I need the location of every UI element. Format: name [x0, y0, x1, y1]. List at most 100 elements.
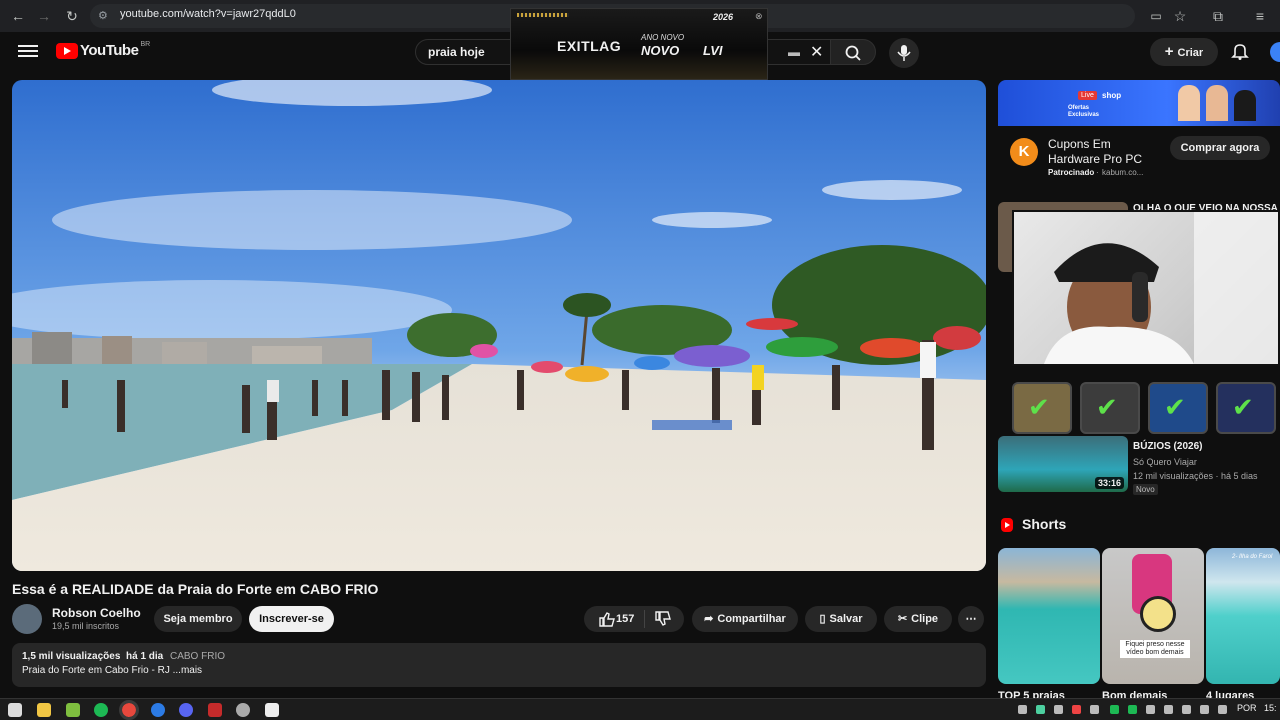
tray-icon-5[interactable] — [1090, 705, 1099, 714]
ad-domain: kabum.co... — [1102, 168, 1144, 177]
checkmark-icon: ✔ — [1028, 392, 1050, 422]
tray-icon-8[interactable] — [1146, 705, 1155, 714]
streamer-webcam-overlay — [1012, 210, 1280, 366]
thumb-down-icon — [655, 611, 671, 626]
site-info-icon[interactable]: ⚙ — [98, 9, 112, 23]
achievement-tile-4: ✔ — [1216, 382, 1276, 434]
start-windows-icon[interactable] — [8, 703, 22, 717]
ad-line2: NOVO — [641, 43, 680, 58]
recommended-channel-2[interactable]: Só Quero Viajar — [1133, 457, 1197, 467]
achievement-tile-1: ✔ — [1012, 382, 1072, 434]
back-icon[interactable]: ← — [8, 6, 28, 26]
input-language[interactable]: POR — [1237, 703, 1257, 713]
save-button[interactable]: ▯ Salvar — [805, 606, 877, 632]
save-label: Salvar — [829, 613, 863, 625]
ad-title-line2: Hardware Pro PC — [1048, 152, 1143, 166]
tray-icon-4[interactable] — [1072, 705, 1081, 714]
channel-name[interactable]: Robson Coelho — [52, 606, 141, 620]
streamer-figure — [1044, 212, 1278, 364]
bookmark-star-icon[interactable]: ☆ — [1170, 6, 1190, 26]
recommended-thumbnail-2[interactable]: 33:16 — [998, 436, 1128, 492]
achievement-tile-3: ✔ — [1148, 382, 1208, 434]
hamburger-menu-icon[interactable] — [18, 42, 38, 62]
create-button[interactable]: + Criar — [1150, 38, 1218, 66]
subscriber-count: 19,5 mil inscritos — [52, 621, 120, 631]
account-avatar[interactable] — [1270, 42, 1280, 62]
install-icon[interactable]: ▭ — [1146, 6, 1166, 26]
youtube-logo[interactable]: YouTube BR — [56, 41, 150, 59]
spotify-icon[interactable] — [94, 703, 108, 717]
clip-label: Clipe — [911, 613, 939, 625]
battery-icon[interactable] — [1200, 705, 1209, 714]
more-actions-button[interactable]: ⋯ — [958, 606, 984, 632]
tray-icon-2[interactable] — [1036, 705, 1045, 714]
video-player[interactable] — [12, 80, 986, 571]
windows-taskbar: POR 15: — [0, 698, 1280, 720]
app-icon-blue[interactable] — [151, 703, 165, 717]
tray-icon-7[interactable] — [1128, 705, 1137, 714]
clip-button[interactable]: ✂ Clipe — [884, 606, 952, 632]
tray-icon-1[interactable] — [1018, 705, 1027, 714]
file-explorer-icon[interactable] — [37, 703, 51, 717]
share-label: Compartilhar — [717, 613, 786, 625]
close-ad-icon[interactable]: ⊗ — [755, 11, 763, 22]
drum — [1140, 596, 1176, 632]
recommended-meta-2: 12 mil visualizações · há 5 dias — [1133, 471, 1258, 481]
short-title-1[interactable]: TOP 5 praias — [998, 690, 1065, 698]
like-dislike-group: 157 — [584, 606, 684, 632]
ad-title-line1: Cupons Em — [1048, 137, 1111, 151]
microphone-tray-icon[interactable] — [1164, 705, 1173, 714]
reload-icon[interactable]: ↻ — [62, 6, 82, 26]
short-title-2[interactable]: Bom demais — [1102, 690, 1167, 698]
hashtag-link[interactable]: CABO FRIO — [170, 651, 225, 662]
notifications-bell-icon[interactable] — [1230, 41, 1250, 61]
app-icon-red[interactable] — [208, 703, 222, 717]
network-icon[interactable] — [1182, 705, 1191, 714]
store-icon[interactable] — [66, 703, 80, 717]
subscribe-button[interactable]: Inscrever-se — [249, 606, 334, 632]
channel-avatar[interactable] — [12, 604, 42, 634]
sponsored-ad-card[interactable]: Live shop Ofertas Exclusivas K Cupons Em… — [998, 80, 1280, 192]
ad-banner-image: Live shop Ofertas Exclusivas — [998, 80, 1280, 126]
menu-kebab-icon[interactable]: ≡ — [1250, 6, 1270, 26]
search-button[interactable] — [830, 39, 876, 65]
tray-icon-3[interactable] — [1054, 705, 1063, 714]
volume-icon[interactable] — [1218, 705, 1227, 714]
url-text: youtube.com/watch?v=jawr27qddL0 — [120, 8, 296, 20]
extensions-icon[interactable]: ⧉ — [1208, 6, 1228, 26]
discord-icon[interactable] — [179, 703, 193, 717]
short-thumbnail-2[interactable]: Fiquei preso nesse vídeo bom demais — [1102, 548, 1204, 684]
dislike-button[interactable] — [652, 606, 678, 642]
exitlag-brand: EXITLAG — [557, 38, 622, 54]
buy-now-button[interactable]: Comprar agora — [1170, 136, 1270, 160]
forward-icon[interactable]: → — [34, 6, 54, 26]
voice-search-button[interactable] — [889, 38, 919, 68]
presenter-2 — [1206, 85, 1228, 121]
short-title-3[interactable]: 4 lugares — [1206, 690, 1254, 698]
youtube-play-icon — [56, 42, 78, 59]
tray-icon-6[interactable] — [1110, 705, 1119, 714]
description-text: Praia do Forte em Cabo Frio - RJ ...mais — [22, 665, 203, 676]
plus-icon: + — [1164, 43, 1174, 60]
share-button[interactable]: ➦ Compartilhar — [692, 606, 798, 632]
exitlag-ad-overlay[interactable]: 2026 ⊗ EXITLAG ANO NOVO NOVO LVI — [510, 8, 768, 80]
bookmark-icon: ▯ — [819, 613, 826, 625]
short-thumbnail-3[interactable]: 2- Ilha do Farol — [1206, 548, 1280, 684]
app-icon-white[interactable] — [265, 703, 279, 717]
clock[interactable]: 15: — [1264, 703, 1277, 713]
clear-search-icon[interactable]: ✕ — [810, 42, 823, 62]
recommended-title-2[interactable]: BÚZIOS (2026) — [1133, 441, 1202, 452]
microphone-icon — [897, 45, 911, 61]
join-button[interactable]: Seja membro — [154, 606, 242, 632]
like-count: 157 — [616, 613, 635, 625]
short-thumbnail-1[interactable] — [998, 548, 1100, 684]
description-box[interactable]: 1,5 mil visualizações há 1 dia CABO FRIO… — [12, 643, 986, 687]
video-duration: 33:16 — [1094, 477, 1124, 489]
new-badge: Novo — [1133, 484, 1158, 495]
obs-icon[interactable] — [236, 703, 250, 717]
scissors-icon: ✂ — [897, 613, 908, 625]
short-overlay-text: 2- Ilha do Farol — [1232, 554, 1273, 560]
chrome-icon[interactable] — [119, 700, 139, 720]
decorative-stripe — [517, 13, 569, 17]
keyboard-icon[interactable]: ▬ — [788, 45, 800, 59]
